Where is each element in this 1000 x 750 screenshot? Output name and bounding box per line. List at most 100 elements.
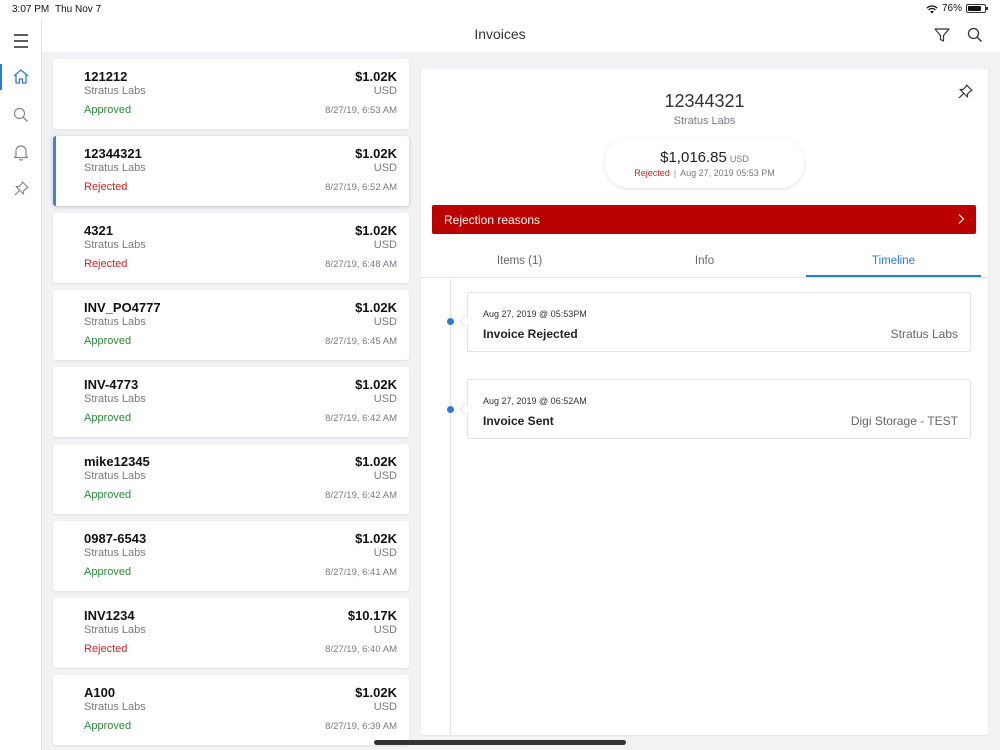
invoice-card[interactable]: INV_PO4777 Stratus Labs Approved $1.02K … <box>53 290 409 360</box>
amount-summary: $1,016.85 USD Rejected | Aug 27, 2019 05:53… <box>605 138 804 188</box>
invoice-currency: USD <box>373 393 397 405</box>
invoice-date: 8/27/19, 6:42 AM <box>325 413 397 424</box>
timeline-dot <box>447 406 454 413</box>
page-title: Invoices <box>474 26 526 42</box>
invoice-amount: $1.02K <box>355 300 397 315</box>
invoice-id: mike12345 <box>84 454 150 469</box>
invoice-card-selected[interactable]: 12344321 Stratus Labs Rejected $1.02K US… <box>53 136 409 206</box>
status-bar: 3:07 PM Thu Nov 7 76% <box>0 0 1000 18</box>
invoice-vendor: Stratus Labs <box>84 85 146 97</box>
invoice-card[interactable]: A100 Stratus Labs Approved $1.02K USD 8/… <box>53 675 409 745</box>
invoice-amount: $1.02K <box>355 531 397 546</box>
detail-invoice-id: 12344321 <box>664 91 745 111</box>
invoice-amount: $1.02K <box>355 377 397 392</box>
invoice-card[interactable]: 0987-6543 Stratus Labs Approved $1.02K U… <box>53 521 409 591</box>
invoice-card[interactable]: mike12345 Stratus Labs Approved $1.02K U… <box>53 444 409 514</box>
invoice-amount: $1.02K <box>355 146 397 161</box>
invoice-vendor: Stratus Labs <box>84 239 146 251</box>
invoice-vendor: Stratus Labs <box>84 547 146 559</box>
invoice-amount: $1.02K <box>355 454 397 469</box>
invoice-id: 4321 <box>84 223 113 238</box>
rejection-reasons-label: Rejection reasons <box>444 213 541 227</box>
tab-timeline[interactable]: Timeline <box>806 255 981 267</box>
invoice-date: 8/27/19, 6:45 AM <box>325 336 397 347</box>
timeline-date: Aug 27, 2019 @ 05:53PM <box>483 309 587 319</box>
timeline-entry: Aug 27, 2019 @ 05:53PM Invoice Rejected … <box>467 292 971 352</box>
status-right: 76% <box>926 3 988 14</box>
timeline-date: Aug 27, 2019 @ 06:52AM <box>483 396 587 406</box>
status-separator: | <box>673 168 677 178</box>
invoice-date: 8/27/19, 6:41 AM <box>325 567 397 578</box>
invoice-currency: USD <box>373 85 397 97</box>
active-tab-underline <box>806 275 981 277</box>
wifi-icon <box>926 4 938 13</box>
filter-icon[interactable] <box>933 26 951 44</box>
pin-rail-icon[interactable] <box>11 179 31 199</box>
invoice-status: Approved <box>84 104 132 116</box>
invoice-card[interactable]: 4321 Stratus Labs Rejected $1.02K USD 8/… <box>53 213 409 283</box>
invoice-currency: USD <box>373 239 397 251</box>
invoice-currency: USD <box>373 470 397 482</box>
invoice-status: Rejected <box>84 181 128 193</box>
invoice-status: Approved <box>84 335 132 347</box>
battery-percent: 76% <box>941 3 962 14</box>
invoice-status: Approved <box>84 489 132 501</box>
invoice-date: 8/27/19, 6:42 AM <box>325 490 397 501</box>
home-indicator[interactable] <box>374 740 626 745</box>
invoice-amount: $1.02K <box>355 69 397 84</box>
invoice-date: 8/27/19, 6:48 AM <box>325 259 397 270</box>
home-icon[interactable] <box>11 67 31 87</box>
invoice-vendor: Stratus Labs <box>84 701 146 713</box>
invoice-card[interactable]: INV-4773 Stratus Labs Approved $1.02K US… <box>53 367 409 437</box>
invoice-id: INV-4773 <box>84 377 139 392</box>
bell-icon[interactable] <box>11 142 31 162</box>
invoice-date: 8/27/19, 6:53 AM <box>325 105 397 116</box>
invoice-id: 0987-6543 <box>84 531 147 546</box>
invoice-amount: $1.02K <box>355 223 397 238</box>
timeline-title: Invoice Rejected <box>483 327 578 341</box>
invoice-status: Rejected <box>84 258 128 270</box>
invoice-date: 8/27/19, 6:52 AM <box>325 182 397 193</box>
invoice-card[interactable]: INV1234 Stratus Labs Rejected $10.17K US… <box>53 598 409 668</box>
search-icon[interactable] <box>966 26 984 44</box>
invoice-status: Approved <box>84 412 132 424</box>
detail-status: Rejected <box>634 168 670 178</box>
detail-tabs: Items (1) Info Timeline <box>421 245 988 278</box>
detail-vendor: Stratus Labs <box>673 115 736 127</box>
invoice-amount: $10.17K <box>347 608 397 623</box>
tab-items[interactable]: Items (1) <box>432 255 607 267</box>
detail-currency: USD <box>729 154 749 164</box>
side-rail <box>0 18 42 750</box>
status-date: Thu Nov 7 <box>55 4 102 15</box>
detail-status-date: Aug 27, 2019 05:53 PM <box>680 168 775 178</box>
rejection-reasons-button[interactable]: Rejection reasons <box>432 205 976 234</box>
invoice-id: INV_PO4777 <box>84 300 161 315</box>
invoice-id: A100 <box>84 685 116 700</box>
invoice-detail-panel: 12344321 Stratus Labs $1,016.85 USD Rejec… <box>421 69 988 735</box>
detail-status-row: Rejected | Aug 27, 2019 05:53 PM <box>605 168 804 178</box>
menu-icon[interactable] <box>11 31 31 51</box>
invoice-status: Approved <box>84 566 132 578</box>
invoice-vendor: Stratus Labs <box>84 162 146 174</box>
invoice-currency: USD <box>373 162 397 174</box>
invoice-date: 8/27/19, 6:39 AM <box>325 721 397 732</box>
invoice-vendor: Stratus Labs <box>84 316 146 328</box>
invoice-date: 8/27/19, 6:40 AM <box>325 644 397 655</box>
timeline-actor: Digi Storage - TEST <box>850 414 958 428</box>
invoice-id: 121212 <box>84 69 128 84</box>
timeline-entry: Aug 27, 2019 @ 06:52AM Invoice Sent Digi… <box>467 379 971 439</box>
timeline-line <box>450 279 451 735</box>
invoice-card[interactable]: 121212 Stratus Labs Approved $1.02K USD … <box>53 59 409 129</box>
invoice-currency: USD <box>373 547 397 559</box>
search-rail-icon[interactable] <box>11 105 31 125</box>
invoice-status: Rejected <box>84 643 128 655</box>
invoice-vendor: Stratus Labs <box>84 393 146 405</box>
invoice-id: 12344321 <box>84 146 142 161</box>
tab-info[interactable]: Info <box>617 255 792 267</box>
invoice-id: INV1234 <box>84 608 135 623</box>
status-time: 3:07 PM <box>12 4 50 15</box>
detail-amount-row: $1,016.85 USD <box>605 149 804 166</box>
invoice-currency: USD <box>373 316 397 328</box>
battery-icon <box>966 4 988 13</box>
timeline-actor: Stratus Labs <box>890 327 958 341</box>
